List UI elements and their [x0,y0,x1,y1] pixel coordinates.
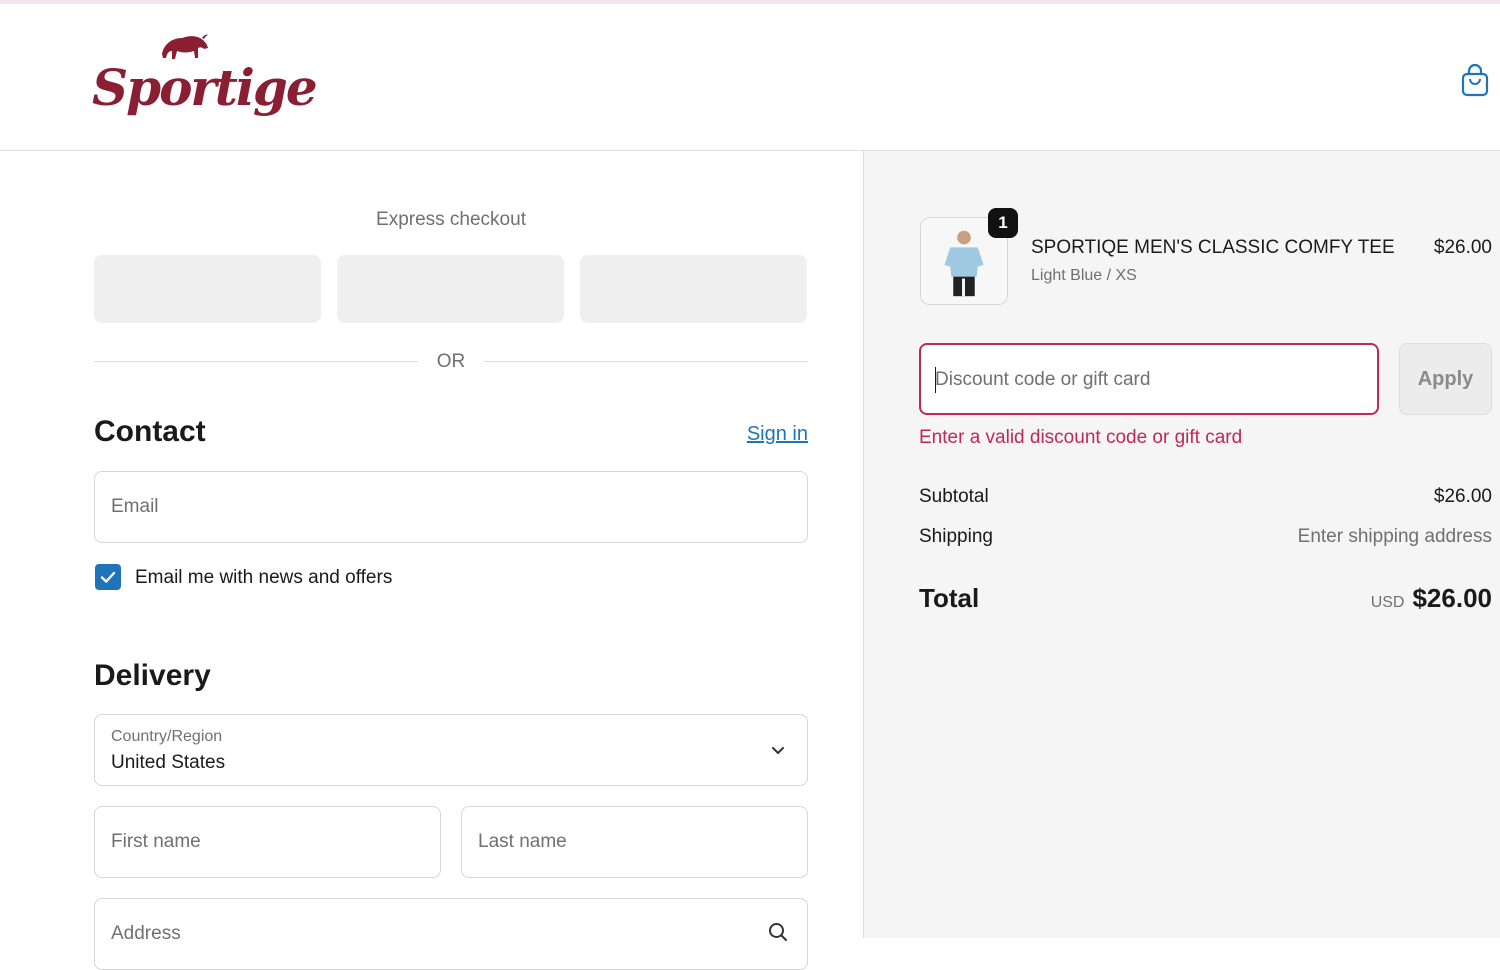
first-name-field[interactable]: First name [94,806,441,878]
email-field[interactable]: Email [94,471,808,543]
country-label: Country/Region [111,728,223,745]
newsletter-label: Email me with news and offers [135,567,393,588]
discount-input[interactable] [935,365,1355,395]
divider-left [94,361,418,362]
apply-button[interactable]: Apply [1399,343,1492,415]
country-value: United States [111,752,226,773]
order-summary: 1 SPORTIQE MEN'S CLASSIC COMFY TEE Light… [863,151,1500,938]
discount-field[interactable] [919,343,1379,415]
subtotal-value: $26.00 [1433,486,1492,507]
checkmark-icon [100,571,116,583]
total-value: $26.00 [1412,583,1492,613]
email-placeholder: Email [111,496,159,517]
checkout-form: Express checkout OR Contact Sign in Emai… [0,151,863,970]
currency-code: USD [1370,594,1405,611]
site-header: Sportige [0,4,1500,151]
total-amount: USD $26.00 [1252,583,1492,614]
divider-right [484,361,808,362]
shipping-label: Shipping [919,526,993,547]
newsletter-checkbox[interactable] [95,564,121,590]
first-name-placeholder: First name [111,831,201,852]
address-placeholder: Address [111,923,181,944]
express-pay-button-2[interactable] [337,255,564,323]
address-field[interactable]: Address [94,898,808,970]
total-label: Total [919,583,980,613]
delivery-heading: Delivery [94,659,211,692]
express-pay-button-1[interactable] [94,255,321,323]
last-name-field[interactable]: Last name [461,806,808,878]
express-pay-button-3[interactable] [580,255,807,323]
shipping-value: Enter shipping address [1297,526,1492,547]
quantity-badge: 1 [988,208,1018,238]
express-checkout-title: Express checkout [376,209,526,230]
shopping-bag-icon[interactable] [1460,62,1490,98]
contact-heading: Contact [94,415,206,448]
discount-error-message: Enter a valid discount code or gift card [919,427,1243,448]
product-name: SPORTIQE MEN'S CLASSIC COMFY TEE [1031,237,1395,258]
or-divider-label: OR [436,351,466,372]
last-name-placeholder: Last name [478,831,567,852]
search-icon [769,923,787,941]
sign-in-link[interactable]: Sign in [700,423,808,446]
subtotal-label: Subtotal [919,486,989,507]
product-price: $26.00 [1433,237,1492,258]
chevron-down-icon [772,747,784,754]
logo-wordmark: Sportige [92,58,318,117]
product-variant: Light Blue / XS [1031,267,1137,284]
text-cursor [935,367,936,393]
country-select[interactable]: Country/Region United States [94,714,808,786]
sportige-logo[interactable]: Sportige [92,32,318,127]
